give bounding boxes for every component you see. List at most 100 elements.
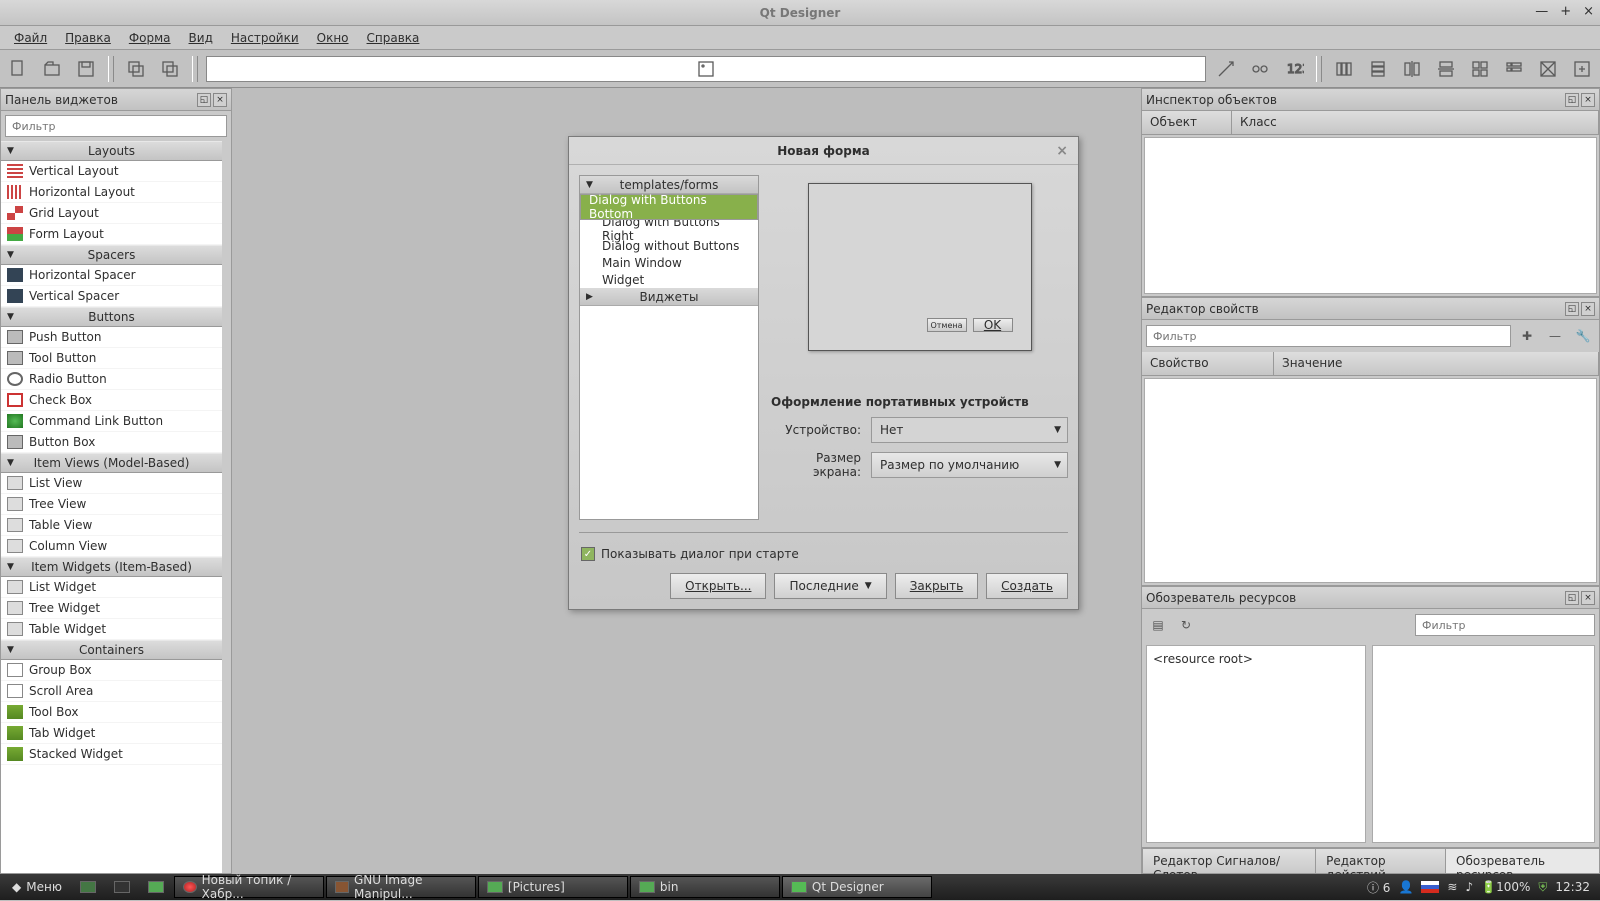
edit-widgets-icon[interactable] (206, 56, 1206, 82)
minimize-icon[interactable]: — (1535, 4, 1548, 19)
show-desktop-icon[interactable] (72, 876, 104, 898)
network-icon[interactable]: ≋ (1447, 880, 1457, 894)
notification-icon[interactable]: ⓘ 6 (1367, 879, 1390, 896)
widget-item[interactable]: Stacked Widget (1, 744, 222, 765)
widget-item[interactable]: Tree View (1, 494, 222, 515)
edit-buddies-icon[interactable] (1246, 55, 1274, 83)
widget-item[interactable]: Check Box (1, 390, 222, 411)
user-icon[interactable]: 👤 (1398, 880, 1413, 894)
dock-float-icon[interactable]: ◱ (1565, 93, 1579, 107)
cat-containers[interactable]: ▼Containers (1, 640, 222, 660)
files-icon[interactable] (140, 876, 172, 898)
terminal-icon[interactable] (106, 876, 138, 898)
widget-item[interactable]: Scroll Area (1, 681, 222, 702)
widget-item[interactable]: Table View (1, 515, 222, 536)
property-table[interactable] (1144, 378, 1597, 583)
resource-tree[interactable]: <resource root> (1146, 645, 1366, 843)
layout-horiz-icon[interactable] (1330, 55, 1358, 83)
widget-item[interactable]: Horizontal Spacer (1, 265, 222, 286)
widget-filter-input[interactable] (5, 115, 227, 137)
cat-itemviews[interactable]: ▼Item Views (Model-Based) (1, 453, 222, 473)
taskbar-app-active[interactable]: Qt Designer (782, 876, 932, 898)
widget-item[interactable]: Tab Widget (1, 723, 222, 744)
tab-signal-slot-editor[interactable]: Редактор Сигналов/Слотов (1142, 848, 1316, 873)
widget-item[interactable]: List View (1, 473, 222, 494)
dock-close-icon[interactable]: × (1581, 591, 1595, 605)
configure-icon[interactable]: 🔧 (1571, 324, 1595, 348)
cat-layouts[interactable]: ▼Layouts (1, 141, 222, 161)
bring-front-icon[interactable] (156, 55, 184, 83)
adjust-size-icon[interactable] (1568, 55, 1596, 83)
resource-filter-input[interactable] (1415, 614, 1595, 636)
menu-help[interactable]: Справка (359, 28, 428, 48)
edit-tab-order-icon[interactable]: 123 (1280, 55, 1308, 83)
tab-resource-browser[interactable]: Обозреватель ресурсов (1445, 848, 1600, 873)
shield-icon[interactable]: ⛨ (1538, 880, 1547, 895)
template-tree[interactable]: ▼templates/forms Dialog with Buttons Bot… (579, 175, 759, 520)
dock-close-icon[interactable]: × (1581, 93, 1595, 107)
open-button[interactable]: Открыть... (670, 573, 766, 599)
widget-item[interactable]: Push Button (1, 327, 222, 348)
widget-item[interactable]: Tool Box (1, 702, 222, 723)
dock-float-icon[interactable]: ◱ (1565, 302, 1579, 316)
taskbar-app[interactable]: [Pictures] (478, 876, 628, 898)
widget-item[interactable]: Table Widget (1, 619, 222, 640)
menu-form[interactable]: Форма (121, 28, 179, 48)
widget-item[interactable]: Column View (1, 536, 222, 557)
battery-icon[interactable]: 🔋100% (1481, 880, 1530, 894)
screen-size-select[interactable]: Размер по умолчанию▼ (871, 452, 1068, 478)
keyboard-layout-icon[interactable] (1421, 881, 1439, 893)
menu-window[interactable]: Окно (309, 28, 357, 48)
widget-item[interactable]: List Widget (1, 577, 222, 598)
col-class[interactable]: Класс (1232, 111, 1599, 134)
template-item[interactable]: Dialog with Buttons Bottom (580, 194, 758, 220)
dialog-close-icon[interactable]: × (1056, 143, 1068, 159)
widget-item[interactable]: Group Box (1, 660, 222, 681)
taskbar-app[interactable]: GNU Image Manipul... (326, 876, 476, 898)
start-menu-button[interactable]: ◆Меню (4, 876, 70, 898)
resource-preview[interactable] (1372, 645, 1595, 843)
layout-horiz-splitter-icon[interactable] (1398, 55, 1426, 83)
save-form-icon[interactable] (72, 55, 100, 83)
close-icon[interactable]: × (1583, 4, 1594, 19)
taskbar-app[interactable]: Новый топик / Хабр... (174, 876, 324, 898)
template-item[interactable]: Dialog without Buttons (580, 237, 758, 254)
reload-icon[interactable]: ↻ (1174, 613, 1198, 637)
widget-item[interactable]: Tree Widget (1, 598, 222, 619)
layout-vert-icon[interactable] (1364, 55, 1392, 83)
maximize-icon[interactable]: + (1560, 4, 1571, 19)
show-on-startup-checkbox[interactable]: ✓ (581, 547, 595, 561)
layout-form-icon[interactable] (1500, 55, 1528, 83)
col-property[interactable]: Свойство (1142, 352, 1274, 375)
col-object[interactable]: Объект (1142, 111, 1232, 134)
property-filter-input[interactable] (1146, 325, 1511, 347)
device-select[interactable]: Нет▼ (871, 417, 1068, 443)
sound-icon[interactable]: ♪ (1465, 880, 1473, 894)
template-item[interactable]: Main Window (580, 254, 758, 271)
widget-item[interactable]: Vertical Spacer (1, 286, 222, 307)
widget-item[interactable]: Vertical Layout (1, 161, 222, 182)
add-property-icon[interactable]: ✚ (1515, 324, 1539, 348)
new-form-icon[interactable] (4, 55, 32, 83)
dock-float-icon[interactable]: ◱ (197, 93, 211, 107)
close-button[interactable]: Закрыть (895, 573, 978, 599)
dock-close-icon[interactable]: × (1581, 302, 1595, 316)
remove-property-icon[interactable]: — (1543, 324, 1567, 348)
open-form-icon[interactable] (38, 55, 66, 83)
menu-view[interactable]: Вид (181, 28, 221, 48)
layout-grid-icon[interactable] (1466, 55, 1494, 83)
widget-item[interactable]: Command Link Button (1, 411, 222, 432)
edit-resources-icon[interactable]: ▤ (1146, 613, 1170, 637)
taskbar-app[interactable]: bin (630, 876, 780, 898)
send-back-icon[interactable] (122, 55, 150, 83)
clock[interactable]: 12:32 (1555, 880, 1590, 894)
menu-edit[interactable]: Правка (57, 28, 119, 48)
widget-item[interactable]: Radio Button (1, 369, 222, 390)
object-tree[interactable] (1144, 137, 1597, 294)
cat-buttons[interactable]: ▼Buttons (1, 307, 222, 327)
dock-close-icon[interactable]: × (213, 93, 227, 107)
edit-signals-icon[interactable] (1212, 55, 1240, 83)
cat-spacers[interactable]: ▼Spacers (1, 245, 222, 265)
layout-vert-splitter-icon[interactable] (1432, 55, 1460, 83)
widget-item[interactable]: Tool Button (1, 348, 222, 369)
